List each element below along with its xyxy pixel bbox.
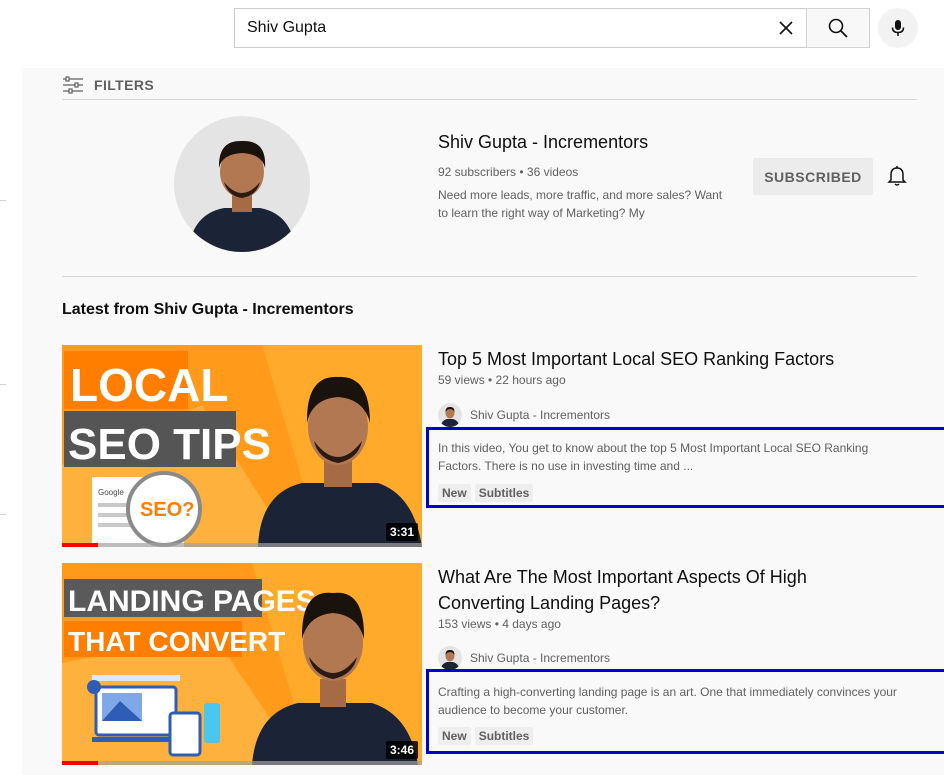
avatar — [438, 646, 462, 670]
badge-subtitles: Subtitles — [474, 727, 534, 745]
thumb-small-text: Google — [98, 488, 124, 497]
video-channel-name: Shiv Gupta - Incrementors — [470, 408, 611, 422]
channel-description: Need more leads, more traffic, and more … — [438, 188, 723, 220]
badge-new: New — [438, 727, 471, 745]
subscribed-button[interactable]: SUBSCRIBED — [753, 158, 873, 195]
section-title: Latest from Shiv Gupta - Incrementors — [62, 301, 354, 318]
thumb-title-line1: LANDING PAGES — [68, 585, 316, 618]
search-results: FILTERS Shiv Gupta - Incrementors 92 sub… — [22, 68, 944, 775]
channel-stats: 92 subscribers • 36 videos — [438, 165, 579, 179]
channel-name[interactable]: Shiv Gupta - Incrementors — [438, 132, 648, 153]
channel-divider — [62, 276, 917, 277]
video-result: LANDING PAGES THAT CONVERT 3:46 What Are… — [62, 563, 944, 767]
close-icon — [779, 21, 793, 35]
video-badges: New Subtitles — [438, 484, 534, 502]
search-input[interactable] — [235, 9, 765, 47]
clear-search-button[interactable] — [766, 9, 806, 47]
filters-label: FILTERS — [94, 77, 155, 93]
bell-icon — [887, 166, 907, 186]
badge-new: New — [438, 484, 471, 502]
watch-progress — [62, 543, 422, 547]
avatar — [438, 403, 462, 427]
filters-button[interactable]: FILTERS — [62, 72, 154, 98]
channel-avatar[interactable] — [174, 116, 310, 252]
search-box — [234, 8, 806, 48]
video-title[interactable]: Top 5 Most Important Local SEO Ranking F… — [438, 346, 858, 372]
filters-divider — [62, 99, 917, 100]
video-duration: 3:46 — [385, 741, 418, 759]
watch-progress-fill — [62, 543, 98, 547]
thumb-title-line1: LOCAL — [70, 359, 228, 411]
tune-icon — [63, 76, 83, 94]
video-badges: New Subtitles — [438, 727, 534, 745]
video-result: LOCAL SEO TIPS Google SEO? 3:31 Top 5 Mo… — [62, 345, 944, 549]
video-description: In this video, You get to know about the… — [438, 441, 869, 473]
thumb-badge-text: SEO? — [140, 499, 194, 521]
thumb-title-line2: SEO TIPS — [68, 420, 271, 469]
badge-subtitles: Subtitles — [474, 484, 534, 502]
video-duration: 3:31 — [385, 523, 418, 541]
voice-search-button[interactable] — [878, 8, 918, 48]
video-meta: 59 views • 22 hours ago — [438, 373, 566, 387]
video-description: Crafting a high-converting landing page … — [438, 685, 897, 717]
video-title[interactable]: What Are The Most Important Aspects Of H… — [438, 564, 858, 616]
video-thumbnail[interactable]: LOCAL SEO TIPS Google SEO? 3:31 — [62, 345, 422, 547]
video-channel-link[interactable]: Shiv Gupta - Incrementors — [438, 403, 610, 427]
guide-divider — [0, 384, 6, 385]
video-meta: 153 views • 4 days ago — [438, 617, 561, 631]
search-icon — [828, 18, 848, 38]
guide-divider — [0, 514, 6, 515]
notification-bell-button[interactable] — [882, 161, 912, 191]
thumb-title-line2: THAT CONVERT — [68, 626, 285, 657]
video-thumbnail[interactable]: LANDING PAGES THAT CONVERT 3:46 — [62, 563, 422, 765]
video-channel-link[interactable]: Shiv Gupta - Incrementors — [438, 646, 610, 670]
search-button[interactable] — [806, 8, 870, 48]
video-channel-name: Shiv Gupta - Incrementors — [470, 651, 611, 665]
watch-progress — [62, 761, 422, 765]
guide-strip — [0, 68, 22, 775]
mic-icon — [891, 20, 905, 36]
guide-divider — [0, 200, 6, 201]
watch-progress-fill — [62, 761, 98, 765]
masthead — [0, 0, 944, 68]
